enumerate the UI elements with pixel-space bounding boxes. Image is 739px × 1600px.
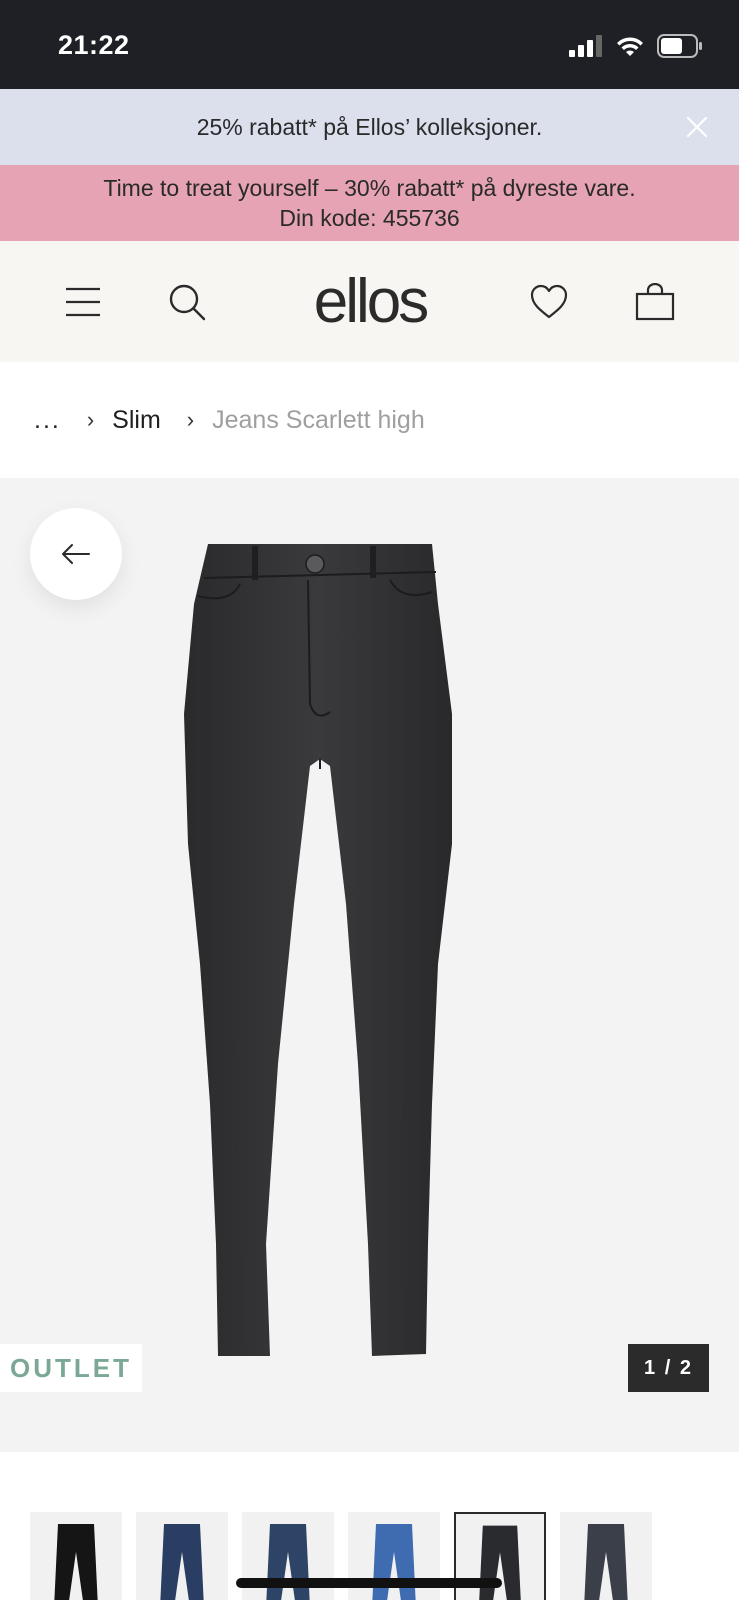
thumbnail-variant[interactable]	[136, 1512, 228, 1600]
chevron-right-icon: ›	[86, 407, 95, 432]
image-counter: 1 / 2	[628, 1344, 709, 1392]
status-bar: 21:22	[0, 0, 739, 89]
search-button[interactable]	[166, 281, 208, 323]
wifi-icon	[617, 37, 643, 56]
promo-banner-discount[interactable]: 25% rabatt* på Ellos’ kolleksjoner.	[0, 89, 739, 165]
product-gallery[interactable]: OUTLET 1 / 2	[0, 478, 739, 1452]
ellos-logo[interactable]: ellos	[300, 263, 440, 339]
jeans-thumbnail-image	[584, 1524, 628, 1600]
cellular-signal-icon	[569, 35, 602, 57]
chevron-right-icon: ›	[186, 407, 195, 432]
status-time: 21:22	[58, 30, 130, 60]
cart-button[interactable]	[634, 281, 676, 323]
breadcrumb-current: Jeans Scarlett high	[212, 405, 425, 434]
arrow-left-icon	[62, 544, 90, 564]
close-icon[interactable]	[685, 115, 709, 139]
promo-banner-text: 25% rabatt* på Ellos’ kolleksjoner.	[196, 113, 543, 140]
site-header: ellos	[0, 241, 739, 362]
home-indicator[interactable]	[236, 1578, 502, 1588]
jeans-thumbnail-image	[160, 1524, 204, 1600]
hamburger-menu-icon	[66, 287, 100, 317]
jeans-thumbnail-image	[54, 1524, 98, 1600]
heart-icon	[530, 284, 568, 319]
wishlist-button[interactable]	[528, 281, 570, 323]
promo-banner-code-text: Time to treat yourself – 30% rabatt* på …	[103, 175, 636, 231]
promo-banner-code[interactable]: Time to treat yourself – 30% rabatt* på …	[0, 165, 739, 241]
battery-icon	[657, 34, 702, 58]
menu-button[interactable]	[62, 281, 104, 323]
breadcrumb: ... › Slim › Jeans Scarlett high	[0, 362, 739, 478]
outlet-badge: OUTLET	[0, 1344, 142, 1392]
breadcrumb-link-parent[interactable]: Slim	[112, 406, 161, 435]
thumbnail-variant[interactable]	[560, 1512, 652, 1600]
product-image-jeans[interactable]	[170, 544, 470, 1374]
shopping-bag-icon	[635, 283, 675, 321]
status-icons	[569, 34, 703, 58]
back-button[interactable]	[30, 508, 122, 600]
thumbnail-variant[interactable]	[30, 1512, 122, 1600]
breadcrumb-ellipsis[interactable]: ...	[34, 406, 61, 435]
search-icon	[169, 284, 206, 321]
